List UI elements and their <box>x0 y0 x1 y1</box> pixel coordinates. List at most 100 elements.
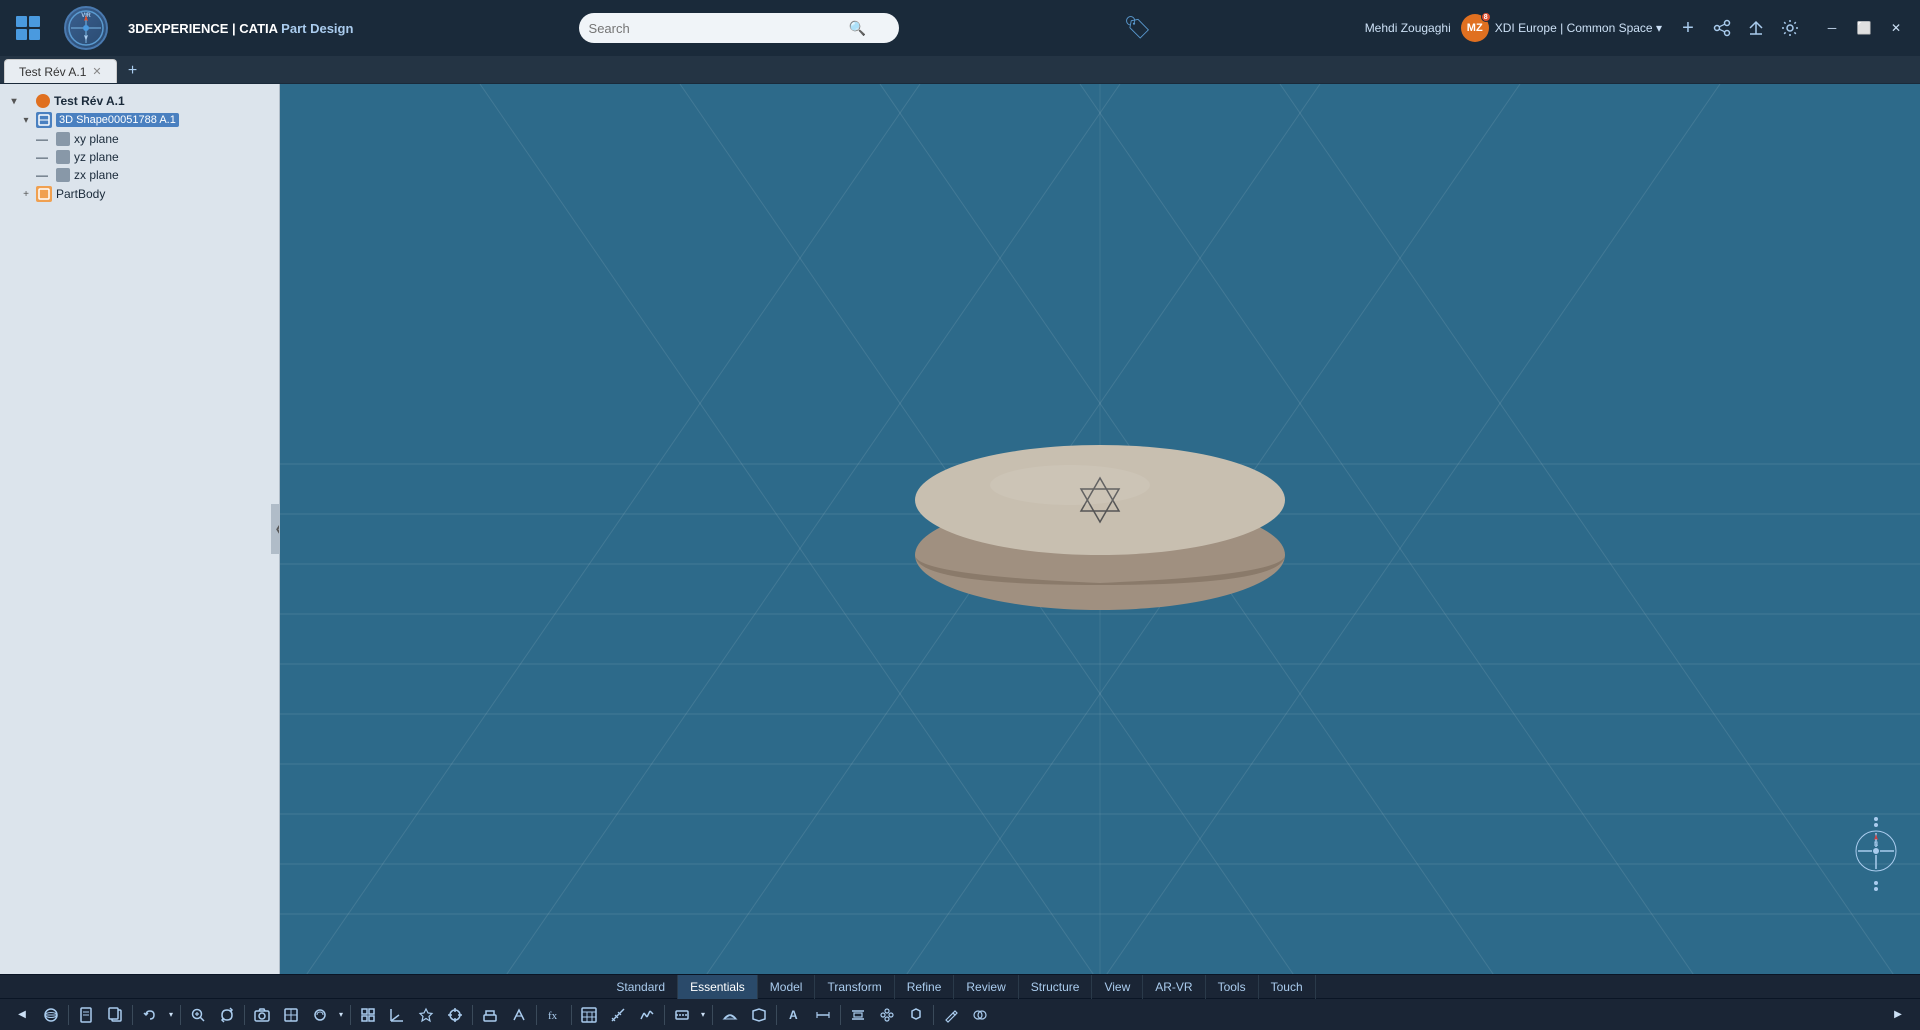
toolbar-tab-touch[interactable]: Touch <box>1259 975 1316 999</box>
expand-icon-body[interactable]: + <box>20 188 32 200</box>
yz-plane-label: yz plane <box>74 150 119 164</box>
3d-viewport[interactable]: N <box>280 84 1920 974</box>
toolbar-tab-structure[interactable]: Structure <box>1019 975 1093 999</box>
sketch-tool[interactable] <box>505 1001 533 1029</box>
toolbar-scroll-left[interactable]: ◀ <box>8 1001 36 1029</box>
toolbar-scroll-right[interactable]: ▶ <box>1884 1001 1912 1029</box>
tab-test-rev[interactable]: Test Rév A.1 ✕ <box>4 59 117 83</box>
toolbar-tab-view[interactable]: View <box>1092 975 1143 999</box>
app-name-text: 3DEXPERIENCE <box>128 21 228 36</box>
titlebar: V.R 3DEXPERIENCE | CATIA Part Design 🔍 🏷… <box>0 0 1920 56</box>
separator <box>472 1005 473 1025</box>
main-area: ▾ Test Rév A.1 ▾ 3D Shape00051788 A.1 — … <box>0 84 1920 974</box>
shape-icon <box>36 112 52 128</box>
favorite-tool[interactable] <box>412 1001 440 1029</box>
text-tool[interactable]: A <box>780 1001 808 1029</box>
analyze-tool[interactable] <box>633 1001 661 1029</box>
right-toolbar: Mehdi Zougaghi MZ 8 XDI Europe | Common … <box>1365 12 1920 44</box>
toolbar-tab-review[interactable]: Review <box>954 975 1018 999</box>
search-input[interactable] <box>589 21 849 36</box>
formula-tool[interactable]: fx <box>540 1001 568 1029</box>
tree-item-partbody[interactable]: + PartBody <box>0 184 279 204</box>
tree-item-yz-plane[interactable]: — yz plane <box>0 148 279 166</box>
toolbar-tab-refine[interactable]: Refine <box>895 975 955 999</box>
grid-tool[interactable] <box>354 1001 382 1029</box>
shape-label: 3D Shape00051788 A.1 <box>56 113 179 127</box>
tree-root[interactable]: ▾ Test Rév A.1 <box>0 92 279 110</box>
workspace-label[interactable]: XDI Europe | Common Space ▾ <box>1495 21 1662 35</box>
undo-dropdown[interactable]: ▾ <box>165 1001 177 1029</box>
expand-icon-shape[interactable]: ▾ <box>20 114 32 126</box>
boolean-tool[interactable] <box>966 1001 994 1029</box>
section-tool[interactable] <box>668 1001 696 1029</box>
snap-tool[interactable] <box>441 1001 469 1029</box>
zoom-tool[interactable] <box>184 1001 212 1029</box>
navigation-compass[interactable]: N <box>1852 814 1900 894</box>
new-doc-tool[interactable] <box>72 1001 100 1029</box>
align-tool[interactable] <box>844 1001 872 1029</box>
separator <box>571 1005 572 1025</box>
rotate-tool[interactable] <box>213 1001 241 1029</box>
toolbar-tab-transform[interactable]: Transform <box>815 975 894 999</box>
render-tool[interactable] <box>306 1001 334 1029</box>
separator <box>536 1005 537 1025</box>
material-tool[interactable] <box>745 1001 773 1029</box>
toolbar-tab-essentials[interactable]: Essentials <box>678 975 758 999</box>
separator <box>350 1005 351 1025</box>
user-info: Mehdi Zougaghi <box>1365 21 1451 35</box>
root-icon <box>36 94 50 108</box>
close-button[interactable]: ✕ <box>1880 14 1912 42</box>
separator <box>776 1005 777 1025</box>
nav-dot <box>1874 823 1878 827</box>
connect-button[interactable] <box>1740 12 1772 44</box>
minimize-button[interactable]: ─ <box>1816 14 1848 42</box>
tag-icon[interactable]: 🏷 <box>1124 15 1152 41</box>
dash-icon: — <box>36 168 52 182</box>
expand-icon[interactable]: ▾ <box>8 95 20 107</box>
constraint-tool[interactable] <box>902 1001 930 1029</box>
camera-tool[interactable] <box>248 1001 276 1029</box>
app-title: 3DEXPERIENCE | CATIA Part Design <box>116 21 365 36</box>
panel-collapse-button[interactable]: ❮ <box>271 504 280 554</box>
distribute-tool[interactable] <box>873 1001 901 1029</box>
orbit-tool[interactable] <box>37 1001 65 1029</box>
compass-icon: N <box>1854 829 1898 879</box>
search-bar[interactable]: 🔍 <box>579 13 899 43</box>
surface-tool[interactable] <box>716 1001 744 1029</box>
plane-icon-xy <box>56 132 70 146</box>
tree-item-zx-plane[interactable]: — zx plane <box>0 166 279 184</box>
user-avatar: MZ 8 <box>1461 14 1489 42</box>
section-dropdown[interactable]: ▾ <box>697 1001 709 1029</box>
tab-close[interactable]: ✕ <box>92 65 101 78</box>
restore-button[interactable]: ⬜ <box>1848 14 1880 42</box>
undo-tool[interactable] <box>136 1001 164 1029</box>
tree-item-xy-plane[interactable]: — xy plane <box>0 130 279 148</box>
share-button[interactable] <box>1706 12 1738 44</box>
search-icon[interactable]: 🔍 <box>849 20 866 37</box>
extrude-tool[interactable] <box>476 1001 504 1029</box>
tree-root-label: Test Rév A.1 <box>54 94 125 108</box>
add-button[interactable]: + <box>1672 12 1704 44</box>
dimension-tool[interactable] <box>809 1001 837 1029</box>
separator <box>132 1005 133 1025</box>
measure-tool[interactable] <box>604 1001 632 1029</box>
toolbar-tab-model[interactable]: Model <box>758 975 816 999</box>
view-wireframe-tool[interactable] <box>277 1001 305 1029</box>
tree-item-shape[interactable]: ▾ 3D Shape00051788 A.1 <box>0 110 279 130</box>
compass-button[interactable]: V.R <box>56 0 116 56</box>
svg-text:N: N <box>1874 842 1878 848</box>
nav-dot <box>1874 817 1878 821</box>
table-tool[interactable] <box>575 1001 603 1029</box>
copy-tool[interactable] <box>101 1001 129 1029</box>
add-tab-button[interactable]: + <box>121 59 145 83</box>
separator <box>664 1005 665 1025</box>
render-dropdown[interactable]: ▾ <box>335 1001 347 1029</box>
edit-tool[interactable] <box>937 1001 965 1029</box>
toolbar-tab-standard[interactable]: Standard <box>604 975 678 999</box>
separator <box>180 1005 181 1025</box>
settings-button[interactable] <box>1774 12 1806 44</box>
module-text: Part Design <box>281 21 353 36</box>
toolbar-tab-ar-vr[interactable]: AR-VR <box>1143 975 1205 999</box>
toolbar-tab-tools[interactable]: Tools <box>1206 975 1259 999</box>
3d-axis-tool[interactable] <box>383 1001 411 1029</box>
